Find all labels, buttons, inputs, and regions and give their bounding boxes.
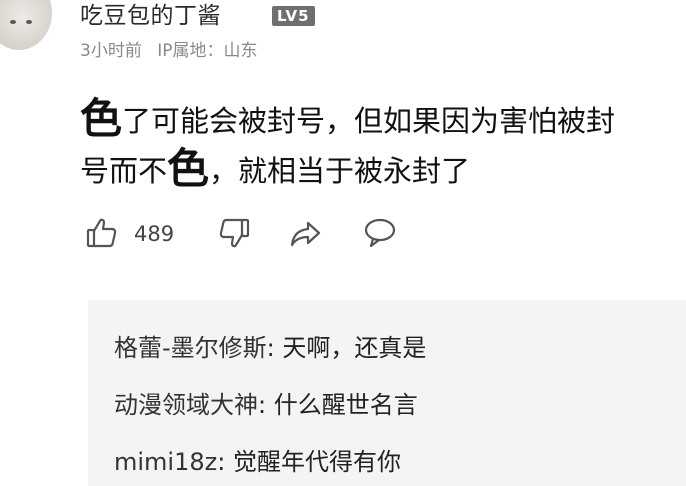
reply-text: 什么醒世名言 <box>273 391 418 419</box>
username[interactable]: 吃豆包的丁酱 <box>80 2 221 30</box>
comment-text-2a: 号而不 <box>80 154 168 188</box>
avatar[interactable] <box>0 0 52 50</box>
share-icon[interactable] <box>288 215 324 251</box>
avatar-eye-left <box>10 20 16 24</box>
reply-author[interactable]: 格蕾-墨尔修斯 <box>114 334 267 362</box>
reply-separator: : <box>266 334 283 362</box>
reply-separator: : <box>258 391 274 419</box>
reply-item[interactable]: 格蕾-墨尔修斯: 天啊，还真是 <box>114 332 426 364</box>
reply-item[interactable]: 动漫领域大神: 什么醒世名言 <box>114 389 418 421</box>
comment-text-1: 了可能会被封号，但如果因为害怕被封 <box>122 104 616 138</box>
reply-text: 觉醒年代得有你 <box>232 448 401 476</box>
reply-separator: : <box>217 448 233 476</box>
comment-line-2: 号而不色，就相当于被永封了 <box>80 145 680 195</box>
comment-time: 3小时前 <box>80 41 142 61</box>
reply-author[interactable]: 动漫领域大神 <box>114 391 258 419</box>
level-badge: LV5 <box>272 6 315 26</box>
avatar-eye-right <box>26 20 32 24</box>
comment-emphasis-2: 色 <box>167 144 210 193</box>
ip-location: IP属地：山东 <box>157 41 258 61</box>
comment-text: 色了可能会被封号，但如果因为害怕被封 号而不色，就相当于被永封了 <box>80 95 680 195</box>
comment-emphasis-1: 色 <box>80 94 123 143</box>
like-count: 489 <box>134 222 175 246</box>
reply-item[interactable]: mimi18z: 觉醒年代得有你 <box>114 446 401 478</box>
thumbs-down-icon[interactable] <box>216 215 252 251</box>
thumbs-up-icon[interactable] <box>84 215 120 251</box>
reply-text: 天啊，还真是 <box>282 334 427 362</box>
replies-panel: 格蕾-墨尔修斯: 天啊，还真是 动漫领域大神: 什么醒世名言 mimi18z: … <box>88 300 686 486</box>
comment-bubble-icon[interactable] <box>362 215 398 251</box>
comment-line-1: 色了可能会被封号，但如果因为害怕被封 <box>80 95 680 145</box>
reply-author[interactable]: mimi18z <box>114 448 217 476</box>
comment-text-2b: ，就相当于被永封了 <box>209 154 471 188</box>
comment-meta: 3小时前 IP属地：山东 <box>80 40 268 62</box>
